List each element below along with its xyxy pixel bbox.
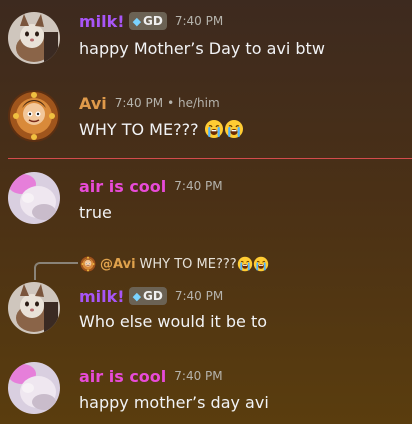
cat-avatar-icon — [8, 282, 60, 334]
pronouns: • he/him — [167, 96, 220, 110]
timestamp[interactable]: 7:40 PM — [115, 96, 163, 110]
loudly-crying-face-icon — [253, 256, 269, 272]
guild-tag-label: GD — [143, 14, 163, 28]
avatar-milk[interactable] — [8, 12, 60, 64]
author-name[interactable]: air is cool — [79, 367, 166, 386]
author-name[interactable]: milk! — [79, 287, 125, 306]
reply-preview[interactable]: @Avi WHY TO ME??? — [80, 254, 269, 274]
avatar-air[interactable] — [8, 172, 60, 224]
message-body: WHY TO ME??? — [79, 119, 244, 139]
guild-tag-label: GD — [143, 289, 163, 303]
loudly-crying-face-icon[interactable] — [204, 119, 224, 139]
reply-avatar — [80, 256, 96, 272]
reply-author[interactable]: @Avi — [100, 257, 136, 272]
air-avatar-icon — [8, 172, 60, 224]
author-name[interactable]: milk! — [79, 12, 125, 31]
timestamp[interactable]: 7:40 PM — [174, 179, 222, 193]
timestamp[interactable]: 7:40 PM — [175, 14, 223, 28]
message-text: WHY TO ME??? — [79, 120, 199, 139]
reply-text: WHY TO ME??? — [139, 256, 237, 272]
gem-icon: ◆ — [132, 289, 142, 303]
air-avatar-icon — [8, 362, 60, 414]
cat-avatar-icon — [8, 12, 60, 64]
guild-tag-badge[interactable]: ◆ GD — [128, 287, 167, 305]
message-text: true — [79, 203, 112, 222]
avatar-avi[interactable] — [8, 90, 60, 142]
timestamp[interactable]: 7:40 PM — [175, 289, 223, 303]
avatar-milk[interactable] — [8, 282, 60, 334]
loudly-crying-face-icon — [237, 256, 253, 272]
reply-spine — [34, 262, 78, 280]
message-text: happy mother’s day avi — [79, 393, 269, 412]
timestamp[interactable]: 7:40 PM — [174, 369, 222, 383]
avatar-air[interactable] — [8, 362, 60, 414]
message-text: happy Mother’s Day to avi btw — [79, 39, 325, 58]
author-name[interactable]: air is cool — [79, 177, 166, 196]
avi-avatar-icon — [80, 256, 96, 272]
guild-tag-badge[interactable]: ◆ GD — [128, 12, 167, 30]
author-name[interactable]: Avi — [79, 94, 107, 113]
avi-avatar-icon — [8, 90, 60, 142]
loudly-crying-face-icon[interactable] — [224, 119, 244, 139]
gem-icon: ◆ — [132, 14, 142, 28]
message-text: Who else would it be to — [79, 312, 268, 331]
new-messages-divider — [8, 158, 412, 159]
